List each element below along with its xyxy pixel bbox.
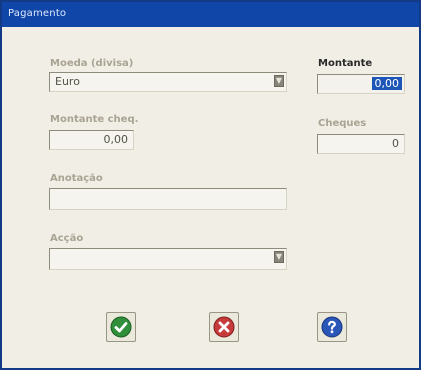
currency-select[interactable]: Euro ▼ [49,72,287,92]
annotation-label: Anotação [50,173,103,184]
cancel-button[interactable] [209,312,239,342]
dialog-content: Moeda (divisa) Euro ▼ Montante 0,00 Mont… [2,27,419,368]
check-amount-input[interactable]: 0,00 [49,130,134,150]
title-bar: Pagamento [2,2,419,28]
ok-button[interactable] [106,312,136,342]
annotation-input[interactable] [49,188,287,210]
payment-dialog: Pagamento Moeda (divisa) Euro ▼ Montante… [0,0,421,370]
amount-value: 0,00 [371,77,402,90]
check-amount-label: Montante cheq. [50,114,139,125]
currency-label: Moeda (divisa) [50,58,134,69]
help-icon [321,316,343,338]
checks-label: Cheques [318,118,367,129]
checks-value: 0 [392,137,399,150]
close-icon [213,316,235,338]
window-title: Pagamento [8,8,67,19]
help-button[interactable] [317,312,347,342]
action-label: Acção [50,233,84,244]
check-amount-value: 0,00 [103,133,129,146]
action-select[interactable]: ▼ [49,248,287,270]
amount-input[interactable]: 0,00 [317,74,405,94]
dropdown-icon[interactable]: ▼ [274,251,284,263]
check-icon [110,316,132,338]
currency-value: Euro [55,75,80,88]
dropdown-icon[interactable]: ▼ [274,75,284,87]
amount-label: Montante [318,58,373,69]
checks-input[interactable]: 0 [317,134,405,154]
